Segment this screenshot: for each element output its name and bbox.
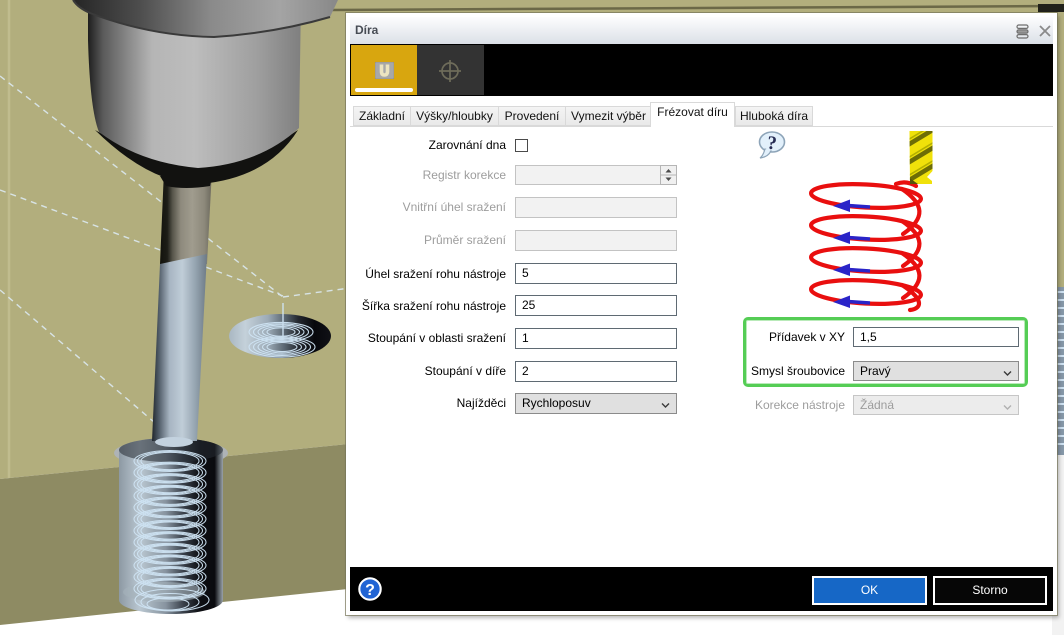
svg-text:?: ? bbox=[365, 582, 375, 599]
